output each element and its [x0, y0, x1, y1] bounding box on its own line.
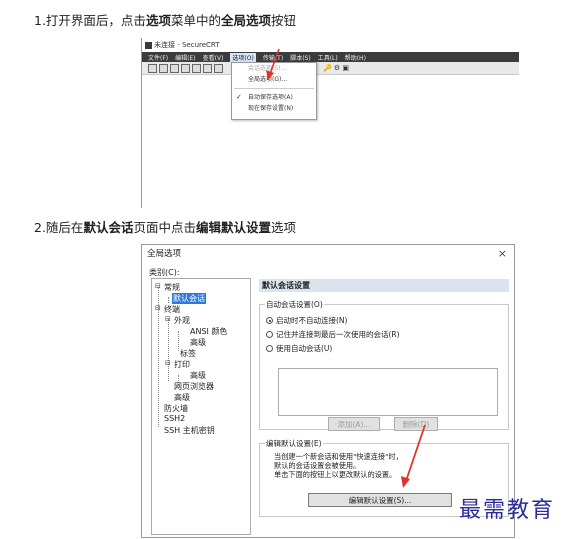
step2-text-suffix: 选项: [270, 220, 296, 235]
tree-item-default-session[interactable]: 默认会话: [172, 293, 206, 304]
step1-text-suffix: 按钮: [270, 13, 296, 28]
tree-item-web-browser[interactable]: 网页浏览器: [174, 381, 214, 392]
securecrt-window: 未连接 - SecureCRT 文件(F) 编辑(E) 查看(V) 选项(O) …: [141, 38, 519, 208]
tree-item-terminal[interactable]: 终端: [164, 304, 180, 315]
watermark-logo: 最需教育: [459, 498, 556, 523]
edit-default-group-label: 编辑默认设置(E): [265, 438, 323, 449]
collapse-icon[interactable]: ⊟: [165, 359, 171, 367]
tree-line-general: [168, 297, 169, 303]
collapse-icon[interactable]: ⊟: [155, 282, 161, 290]
desc-line-2: 默认的会话设置会被使用。: [274, 461, 361, 470]
tree-item-ansi-color[interactable]: ANSI 颜色: [190, 326, 227, 337]
dialog-title: 全局选项: [147, 249, 182, 259]
close-icon[interactable]: ×: [498, 247, 507, 260]
tree-item-print[interactable]: 打印: [174, 359, 190, 370]
radio-label: 启动时不自动连接(N): [276, 316, 348, 325]
tree-item-ssh2[interactable]: SSH2: [164, 414, 185, 423]
tree-line-terminal: [168, 319, 169, 381]
radio-label: 记住并连接到最后一次使用的会话(R): [276, 330, 400, 339]
tree-item-firewall[interactable]: 防火墙: [164, 403, 188, 414]
auto-session-list[interactable]: [278, 368, 498, 416]
step2-text-mid: 页面中点击: [133, 220, 196, 235]
tree-item-ssh-host-keys[interactable]: SSH 主机密钥: [164, 425, 215, 436]
add-button[interactable]: 添加(A)...: [328, 417, 380, 431]
tree-item-tabs[interactable]: 标签: [180, 348, 196, 359]
step1-text-mid: 菜单中的: [170, 13, 221, 28]
desc-line-1: 当创建一个新会话和使用"快速连接"时，: [274, 452, 403, 461]
tree-item-general[interactable]: 常规: [164, 282, 180, 293]
red-arrow-1: [266, 48, 280, 80]
auto-session-group-label: 自动会话设置(O): [265, 299, 324, 310]
step1-caption: 1.打开界面后，点击选项菜单中的全局选项按钮: [34, 10, 296, 29]
collapse-icon[interactable]: ⊟: [155, 304, 161, 312]
radio-label: 使用自动会话(U): [276, 344, 333, 353]
step2-text-page: 默认会话: [83, 220, 134, 235]
tree-item-terminal-advanced[interactable]: 高级: [174, 392, 190, 403]
collapse-icon[interactable]: ⊟: [165, 315, 171, 323]
radio-use-auto-session[interactable]: 使用自动会话(U): [266, 343, 332, 354]
step1-text-prefix: 1.打开界面后，点击: [34, 13, 146, 28]
step1-text-menu: 选项: [145, 13, 171, 28]
radio-no-auto-connect[interactable]: 启动时不自动连接(N): [266, 315, 347, 326]
desc-line-3: 单击下面的按钮上以更改默认的设置。: [274, 470, 397, 479]
category-label: 类别(C):: [149, 268, 180, 277]
radio-dot[interactable]: [266, 345, 273, 352]
step2-caption: 2.随后在默认会话页面中点击编辑默认设置选项: [34, 217, 296, 236]
tree-item-appearance-advanced[interactable]: 高级: [190, 337, 206, 348]
edit-default-settings-button[interactable]: 编辑默认设置(S)...: [308, 493, 452, 507]
panel-title: 默认会话设置: [259, 279, 509, 292]
tree-item-appearance[interactable]: 外观: [174, 315, 190, 326]
tree-item-print-advanced[interactable]: 高级: [190, 370, 206, 381]
step2-text-prefix: 2.随后在: [34, 220, 84, 235]
radio-dot-selected[interactable]: [266, 317, 273, 324]
category-tree: ⊟ 常规 默认会话 ⊟ 终端 ⊟ 外观 ANSI 颜色 高级 标签 ⊟ 打印 高…: [151, 278, 251, 535]
tree-line-appearance: [178, 331, 179, 351]
step1-text-item: 全局选项: [220, 13, 271, 28]
radio-connect-last[interactable]: 记住并连接到最后一次使用的会话(R): [266, 329, 400, 340]
auto-session-group: 自动会话设置(O) 启动时不自动连接(N) 记住并连接到最后一次使用的会话(R)…: [259, 299, 509, 431]
radio-dot[interactable]: [266, 331, 273, 338]
delete-button[interactable]: 删除(D): [394, 417, 438, 431]
step2-text-button: 编辑默认设置: [195, 220, 271, 235]
